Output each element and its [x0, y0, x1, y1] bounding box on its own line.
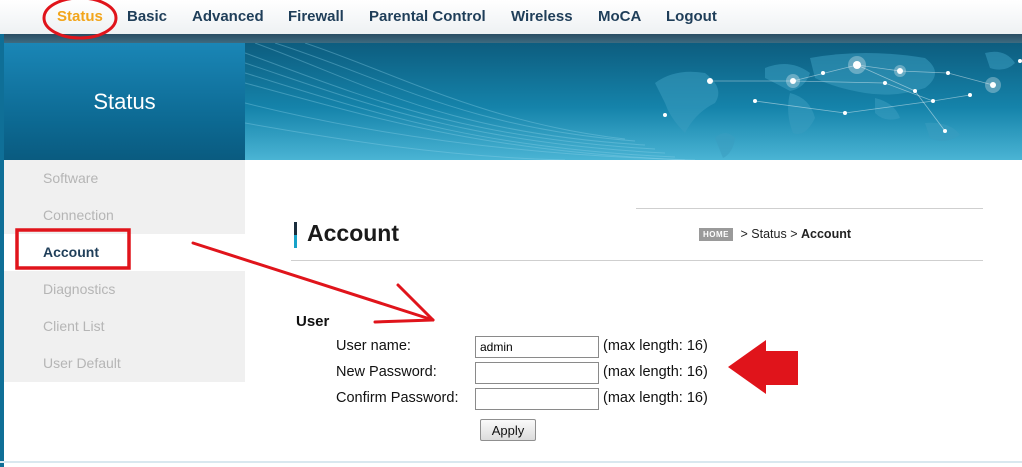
- nav-logout[interactable]: Logout: [666, 8, 717, 25]
- breadcrumb-separator: >: [790, 227, 798, 241]
- username-max-length-hint: (max length: 16): [603, 338, 708, 354]
- sidebar-item-account[interactable]: Account: [4, 234, 245, 271]
- home-icon[interactable]: HOME: [699, 228, 733, 241]
- new-password-max-length-hint: (max length: 16): [603, 364, 708, 380]
- header-top-rule: [636, 208, 983, 209]
- confirm-password-max-length-hint: (max length: 16): [603, 390, 708, 406]
- username-label: User name:: [336, 338, 411, 354]
- confirm-password-input[interactable]: [475, 388, 599, 410]
- breadcrumb: HOME > Status > Account: [699, 227, 851, 241]
- nav-wireless[interactable]: Wireless: [511, 8, 573, 25]
- confirm-password-label: Confirm Password:: [336, 390, 459, 406]
- top-navigation: Status Basic Advanced Firewall Parental …: [0, 0, 1022, 34]
- nav-basic[interactable]: Basic: [127, 8, 167, 25]
- sidebar-item-diagnostics[interactable]: Diagnostics: [4, 271, 245, 308]
- world-map-graphic: [245, 43, 1022, 160]
- nav-moca[interactable]: MoCA: [598, 8, 641, 25]
- sidebar-item-client-list[interactable]: Client List: [4, 308, 245, 345]
- section-header-panel: Status: [4, 43, 245, 160]
- page-title: Account: [307, 220, 399, 246]
- sidebar-menu: Software Connection Account Diagnostics …: [4, 160, 245, 383]
- new-password-label: New Password:: [336, 364, 437, 380]
- username-input[interactable]: [475, 336, 599, 358]
- sidebar-item-software[interactable]: Software: [4, 160, 245, 197]
- sidebar-item-user-default[interactable]: User Default: [4, 345, 245, 382]
- apply-button[interactable]: Apply: [480, 419, 536, 441]
- breadcrumb-separator: >: [740, 227, 748, 241]
- breadcrumb-current: Account: [801, 227, 851, 241]
- nav-firewall[interactable]: Firewall: [288, 8, 344, 25]
- section-header-title: Status: [93, 88, 156, 114]
- sidebar-blank-area: [4, 383, 245, 467]
- bottom-border: [0, 461, 1022, 463]
- world-map-banner: [245, 43, 1022, 160]
- title-accent-bar: [294, 222, 297, 248]
- nav-parental-control[interactable]: Parental Control: [369, 8, 486, 25]
- new-password-input[interactable]: [475, 362, 599, 384]
- user-section-title: User: [296, 313, 330, 330]
- breadcrumb-status[interactable]: Status: [751, 227, 786, 241]
- sidebar-item-connection[interactable]: Connection: [4, 197, 245, 234]
- header-bottom-rule: [291, 260, 983, 261]
- nav-divider-bar: [0, 34, 1022, 43]
- nav-advanced[interactable]: Advanced: [192, 8, 264, 25]
- pointer-arrow-left-icon: [728, 340, 798, 394]
- nav-status[interactable]: Status: [57, 8, 103, 25]
